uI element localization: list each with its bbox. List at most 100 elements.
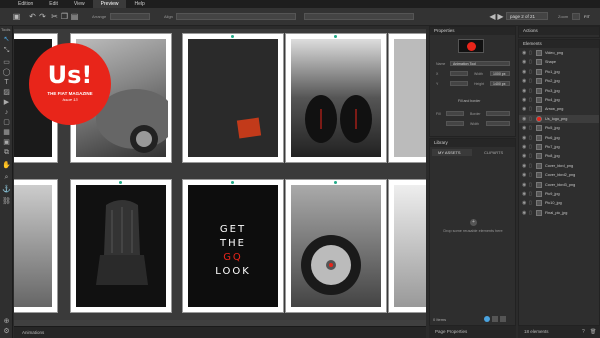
element-row[interactable]: ◉ ▯ Shape — [519, 58, 599, 66]
element-row[interactable]: ◉ ▯ Pic6_jpg — [519, 134, 599, 142]
element-row[interactable]: ◉ ▯ Pic10_jpg — [519, 199, 599, 207]
lock-icon[interactable]: ▯ — [529, 59, 532, 65]
element-row[interactable]: ◉ ▯ Cover_bkrd3_png — [519, 181, 599, 189]
rectangle-tool-icon[interactable]: ▭ — [2, 59, 11, 67]
element-row[interactable]: ◉ ▯ Pic2_jpg — [519, 77, 599, 85]
hand-tool-icon[interactable]: ✋ — [2, 162, 11, 170]
visibility-eye-icon[interactable]: ◉ — [522, 69, 526, 75]
y-field[interactable] — [450, 81, 468, 86]
element-row[interactable]: ◉ ▯ Pic1_jpg — [519, 68, 599, 76]
settings-tool-icon[interactable]: ⚙ — [2, 328, 11, 336]
lock-icon[interactable]: ▯ — [529, 191, 532, 197]
text-tool-icon[interactable]: T — [2, 79, 11, 87]
element-row[interactable]: ◉ ▯ Cover_bkrd2_png — [519, 171, 599, 179]
next-page-icon[interactable]: ▶ — [496, 12, 505, 21]
page-thumbnail[interactable] — [388, 179, 426, 313]
element-row[interactable]: ◉ ▯ Video_png — [519, 49, 599, 57]
zoom-tool-icon[interactable]: ⌕ — [2, 174, 11, 182]
library-import-icon[interactable] — [492, 316, 498, 322]
lock-icon[interactable]: ▯ — [529, 210, 532, 216]
menu-preview[interactable]: Preview — [92, 0, 127, 8]
opacity-field[interactable] — [446, 121, 464, 126]
arrange-buttons[interactable] — [110, 13, 150, 20]
library-add-icon[interactable] — [484, 316, 490, 322]
lock-icon[interactable]: ▯ — [529, 135, 532, 141]
image-tool-icon[interactable]: ▨ — [2, 89, 11, 97]
visibility-eye-icon[interactable]: ◉ — [522, 182, 526, 188]
lock-icon[interactable]: ▯ — [529, 163, 532, 169]
lock-icon[interactable]: ▯ — [529, 50, 532, 56]
embed-tool-icon[interactable]: ⧉ — [2, 149, 11, 157]
canvas[interactable]: Us! THE FIAT MAGAZINE Issue 13 GET THE G… — [14, 29, 426, 321]
help-icon[interactable]: ? — [582, 329, 585, 335]
border-width-field[interactable] — [486, 121, 510, 126]
menu-help[interactable]: Help — [126, 0, 152, 8]
lock-icon[interactable]: ▯ — [529, 144, 532, 150]
visibility-eye-icon[interactable]: ◉ — [522, 144, 526, 150]
width-field[interactable]: 1000 px — [490, 71, 510, 76]
page-thumbnail[interactable] — [14, 179, 58, 313]
element-row[interactable]: ◉ ▯ Us_logo_png — [519, 114, 599, 123]
border-field[interactable] — [486, 111, 510, 116]
page-properties-bar[interactable]: Page Properties — [429, 326, 516, 338]
visibility-eye-icon[interactable]: ◉ — [522, 200, 526, 206]
distribute-buttons[interactable] — [304, 13, 414, 20]
x-field[interactable] — [450, 71, 468, 76]
lock-icon[interactable]: ▯ — [529, 200, 532, 206]
lock-icon[interactable]: ▯ — [529, 69, 532, 75]
visibility-eye-icon[interactable]: ◉ — [522, 106, 526, 112]
element-row[interactable]: ◉ ▯ Final_pic_jpg — [519, 209, 599, 217]
visibility-eye-icon[interactable]: ◉ — [522, 88, 526, 94]
visibility-eye-icon[interactable]: ◉ — [522, 97, 526, 103]
lock-icon[interactable]: ▯ — [529, 106, 532, 112]
visibility-eye-icon[interactable]: ◉ — [522, 116, 526, 122]
height-field[interactable]: 1400 px — [490, 81, 510, 86]
save-icon[interactable]: ▣ — [12, 12, 21, 21]
node-tool-icon[interactable]: ⤡ — [2, 47, 11, 55]
page-thumbnail[interactable] — [388, 33, 426, 163]
tab-cliparts[interactable]: CLIPARTS — [474, 149, 514, 156]
visibility-eye-icon[interactable]: ◉ — [522, 191, 526, 197]
library-export-icon[interactable] — [500, 316, 506, 322]
zoom-out-button[interactable] — [572, 13, 580, 20]
delete-icon[interactable]: 🗑 — [590, 329, 596, 335]
lock-icon[interactable]: ▯ — [529, 172, 532, 178]
lock-icon[interactable]: ▯ — [529, 116, 532, 122]
page-thumbnail[interactable] — [285, 33, 387, 163]
lock-icon[interactable]: ▯ — [529, 153, 532, 159]
page-thumbnail[interactable] — [70, 179, 172, 313]
audio-tool-icon[interactable]: ♪ — [2, 109, 11, 117]
visibility-eye-icon[interactable]: ◉ — [522, 78, 526, 84]
cover-logo[interactable]: Us! THE FIAT MAGAZINE Issue 13 — [29, 43, 111, 125]
ellipse-tool-icon[interactable]: ◯ — [2, 69, 11, 77]
page-thumbnail[interactable] — [285, 179, 387, 313]
link-tool-icon[interactable]: ⛓ — [2, 198, 11, 206]
element-row[interactable]: ◉ ▯ Pic8_jpg — [519, 152, 599, 160]
visibility-eye-icon[interactable]: ◉ — [522, 153, 526, 159]
gallery-tool-icon[interactable]: ▦ — [2, 129, 11, 137]
menu-view[interactable]: View — [66, 0, 93, 8]
element-row[interactable]: ◉ ▯ Pic7_jpg — [519, 143, 599, 151]
lock-icon[interactable]: ▯ — [529, 78, 532, 84]
page-thumbnail[interactable]: GET THE GQ LOOK — [182, 179, 284, 313]
visibility-eye-icon[interactable]: ◉ — [522, 59, 526, 65]
animations-bar[interactable]: Animations — [14, 326, 426, 338]
actions-panel[interactable]: Actions — [518, 26, 600, 38]
frame-tool-icon[interactable]: ▣ — [2, 139, 11, 147]
paste-icon[interactable]: ▤ — [70, 12, 79, 21]
menu-edit[interactable]: Edit — [41, 0, 66, 8]
tab-my-assets[interactable]: MY ASSETS — [432, 149, 472, 156]
visibility-eye-icon[interactable]: ◉ — [522, 50, 526, 56]
menu-edition[interactable]: Edition — [10, 0, 41, 8]
add-tool-icon[interactable]: ⊕ — [2, 318, 11, 326]
anchor-tool-icon[interactable]: ⚓ — [2, 186, 11, 194]
select-tool-icon[interactable]: ↖ — [2, 36, 11, 44]
cut-icon[interactable]: ✂ — [50, 12, 59, 21]
lock-icon[interactable]: ▯ — [529, 97, 532, 103]
page-thumbnail[interactable] — [182, 33, 284, 163]
undo-icon[interactable]: ↶ — [28, 12, 37, 21]
button-tool-icon[interactable]: ▢ — [2, 119, 11, 127]
element-row[interactable]: ◉ ▯ Pic3_jpg — [519, 87, 599, 95]
lock-icon[interactable]: ▯ — [529, 182, 532, 188]
visibility-eye-icon[interactable]: ◉ — [522, 125, 526, 131]
